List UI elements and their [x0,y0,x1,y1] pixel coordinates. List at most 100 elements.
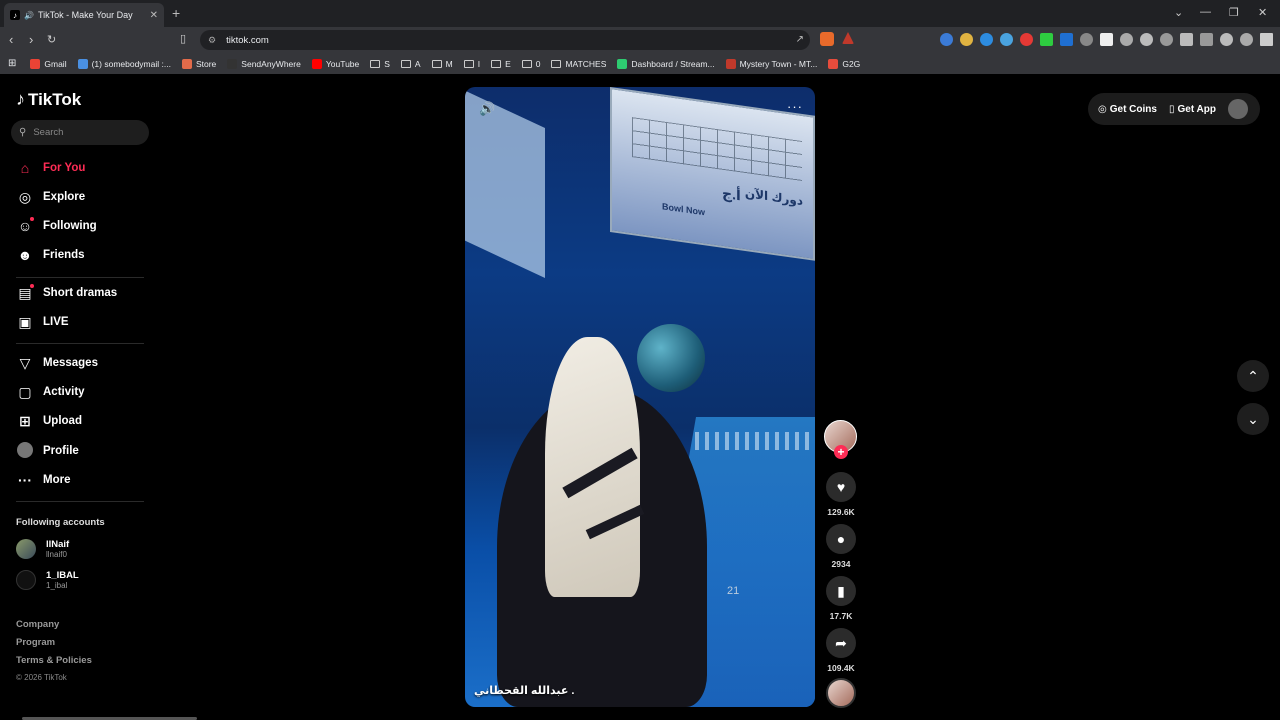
browser-toolbar: ‹ › ↻ ▯ ⚙ tiktok.com ↗ [0,27,1280,53]
next-video-button[interactable]: ⌄ [1237,403,1269,435]
minimize-icon[interactable]: — [1200,6,1211,18]
extension-icon-9[interactable] [1100,33,1113,46]
footer-program[interactable]: Program [16,637,55,648]
brave-shields-icon[interactable] [820,32,834,46]
bookmark-item[interactable]: YouTube [311,58,359,69]
nav-item-messages[interactable]: ▽ Messages [16,352,146,374]
reload-icon[interactable]: ↻ [47,33,56,46]
music-disc[interactable] [826,678,856,708]
extension-icon-8[interactable] [1080,33,1093,46]
bookmark-item[interactable]: I [463,59,480,69]
tiktok-page: ♪ TikTok ⚲ Search ⌂ For You ◎ Explore ☺ Follo… [0,77,1280,720]
restore-icon[interactable]: ❐ [1229,6,1239,19]
footer-company[interactable]: Company [16,619,59,630]
following-account[interactable]: 1_IBAL 1_ibal [16,570,79,590]
bookmark-item[interactable]: (1) somebodymail :... [77,58,171,69]
folder-icon [551,59,562,68]
comment-button[interactable]: ● [826,524,856,554]
like-button[interactable]: ♥ [826,472,856,502]
close-tab-icon[interactable]: ✕ [150,10,158,21]
nav-item-activity[interactable]: ▢ Activity [16,381,146,403]
extension-icon-1[interactable] [940,33,953,46]
more-options-icon[interactable]: ··· [787,99,803,114]
menu-icon[interactable] [1260,33,1273,46]
bookmark-item[interactable]: A [400,59,421,69]
nav-item-more[interactable]: ··· More [16,469,146,491]
open-in-app-icon[interactable]: ↗ [796,34,804,45]
bookmark-favicon-icon [227,58,238,69]
bookmark-item[interactable]: 0 [521,58,541,69]
nav-item-friends[interactable]: ☻ Friends [16,244,146,266]
tiktok-favicon-icon: ♪ [10,10,20,20]
bookmark-icon[interactable]: ▯ [180,32,186,45]
extension-icon-7[interactable] [1060,33,1073,46]
puzzle-icon[interactable] [1140,33,1153,46]
save-count: 17.7K [829,611,853,621]
footer-terms[interactable]: Terms & Policies [16,655,92,666]
extension-icon-3[interactable] [980,33,993,46]
vpn-icon[interactable] [1240,33,1253,46]
previous-video-button[interactable]: ⌃ [1237,360,1269,392]
nav-item-short-dramas[interactable]: ▤ Short dramas [16,282,146,304]
video-caption[interactable]: عبدالله القحطاني . [474,684,574,697]
nav-item-following[interactable]: ☺ Following [16,215,146,237]
nav-item-live[interactable]: ▣ LIVE [16,311,146,333]
extension-icon-6[interactable] [1040,33,1053,46]
bookmark-label: 0 [535,58,541,69]
nav-item-for-you[interactable]: ⌂ For You [16,157,146,179]
apps-icon[interactable]: ⊞ [8,58,16,69]
bookmark-item[interactable]: Mystery Town - MT... [725,58,817,69]
brave-rewards-icon[interactable] [842,32,854,44]
notification-dot [30,284,34,288]
back-icon[interactable]: ‹ [9,32,13,47]
bookmark-favicon-icon [828,58,839,69]
bookmark-item[interactable]: Dashboard / Stream... [617,58,715,69]
extension-icon-4[interactable] [1000,33,1013,46]
nav-item-explore[interactable]: ◎ Explore [16,186,146,208]
save-button[interactable]: ▮ [826,576,856,606]
sidebar-icon[interactable] [1180,33,1193,46]
tab-search-icon[interactable]: ⌄ [1174,6,1183,19]
music-icon[interactable] [1160,33,1173,46]
follow-plus-icon[interactable]: + [834,445,848,459]
video-player[interactable]: أ.ج دورك الآن Bowl Now 21 🔊 ··· عبدالله … [465,87,815,707]
folder-icon [400,59,411,68]
bookmark-item[interactable]: S [370,59,390,69]
nav-label: Friends [43,249,85,261]
nav-item-profile[interactable]: Profile [16,440,146,462]
extension-icon-2[interactable] [960,33,973,46]
volume-icon[interactable]: 🔊 [479,101,495,117]
search-input[interactable]: ⚲ Search [11,120,149,145]
bookmark-item[interactable]: SendAnyWhere [227,58,301,69]
browser-tab[interactable]: ♪ 🔊 TikTok - Make Your Day ✕ [4,3,164,27]
notification-dot [30,217,34,221]
extension-icon-10[interactable] [1120,33,1133,46]
address-bar[interactable]: ⚙ tiktok.com ↗ [200,30,810,50]
extension-icon-5[interactable] [1020,33,1033,46]
nav-item-upload[interactable]: ⊞ Upload [16,410,146,432]
top-right-actions: ◎ Get Coins ▯ Get App [1088,93,1260,125]
leo-icon[interactable] [1220,33,1233,46]
bookmark-item[interactable]: G2G [828,58,860,69]
bookmark-item[interactable]: Gmail [30,58,67,69]
get-coins-button[interactable]: ◎ Get Coins [1098,104,1157,115]
close-window-icon[interactable]: ✕ [1258,6,1267,19]
get-app-button[interactable]: ▯ Get App [1169,104,1216,115]
bookmark-item[interactable]: M [431,59,453,69]
profile-avatar[interactable] [1228,99,1248,119]
forward-icon[interactable]: › [29,32,33,47]
bookmark-item[interactable]: Store [181,58,216,69]
share-button[interactable]: ➦ [826,628,856,658]
speaker-icon[interactable]: 🔊 [24,11,34,20]
avatar [16,570,36,590]
bookmark-item[interactable]: MATCHES [551,59,606,69]
following-account[interactable]: llNaif llnaif0 [16,539,69,559]
wallet-icon[interactable] [1200,33,1213,46]
tiktok-logo[interactable]: ♪ TikTok [16,89,81,110]
bookmark-item[interactable]: E [491,59,511,69]
extensions-bar [940,33,1273,46]
share-icon: ➦ [835,634,847,651]
site-info-icon[interactable]: ⚙ [208,35,216,46]
comment-icon: ● [836,531,846,547]
new-tab-icon[interactable]: + [172,5,180,21]
